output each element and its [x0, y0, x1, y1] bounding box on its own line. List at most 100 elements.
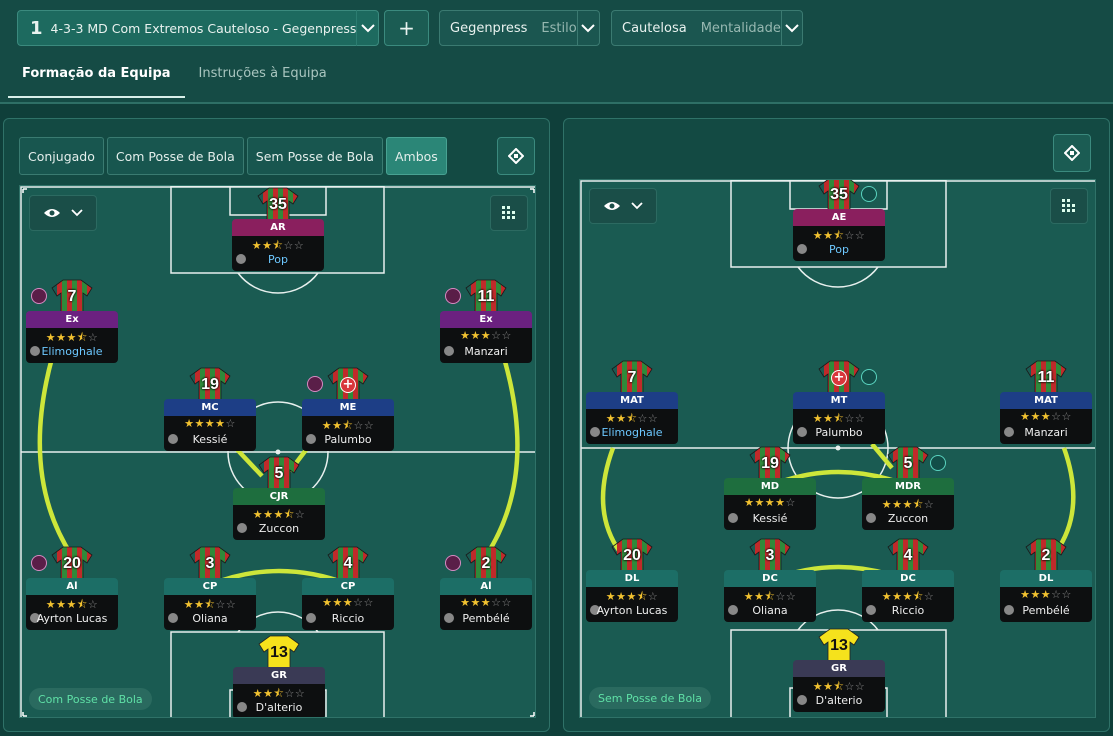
- tab-team-instructions[interactable]: Instruções à Equipa: [185, 58, 341, 98]
- player-name[interactable]: Riccio: [302, 612, 394, 625]
- tactic-selector[interactable]: 1 4-3-3 MD Com Extremos Cauteloso - Gege…: [17, 10, 379, 46]
- player-name[interactable]: Ayrton Lucas: [26, 612, 118, 625]
- player-role[interactable]: DL: [1000, 570, 1092, 587]
- player-role[interactable]: Ex: [440, 311, 532, 328]
- chevron-down-icon[interactable]: [356, 10, 378, 46]
- role-rating-stars: ★★★☆☆: [460, 329, 512, 342]
- phase-selector: Conjugado Com Posse de Bola Sem Posse de…: [19, 137, 450, 175]
- player-info: ★★⯪☆☆ Palumbo: [302, 416, 394, 451]
- player-name[interactable]: D'alterio: [233, 701, 325, 714]
- player-role[interactable]: GR: [793, 660, 885, 677]
- role-duty-icon[interactable]: [861, 369, 877, 385]
- shirt-number: 20: [63, 555, 81, 572]
- player-role[interactable]: DC: [862, 570, 954, 587]
- grid-icon[interactable]: [490, 195, 528, 231]
- player-role[interactable]: Al: [26, 578, 118, 595]
- player-info: ★★⯪☆☆ Pop: [232, 236, 324, 271]
- player-trait-icon[interactable]: [307, 376, 323, 392]
- player-name[interactable]: Oliana: [164, 612, 256, 625]
- pitch-toggle-icon[interactable]: [497, 137, 535, 175]
- player-name[interactable]: Elimoghale: [26, 345, 118, 358]
- player-role[interactable]: MC: [164, 399, 256, 416]
- player-name[interactable]: Palumbo: [302, 433, 394, 446]
- player-role[interactable]: DL: [586, 570, 678, 587]
- player-role[interactable]: DC: [724, 570, 816, 587]
- phase-out-of-possession-button[interactable]: Sem Posse de Bola: [246, 137, 383, 175]
- style-selector[interactable]: Gegenpress Estilo: [439, 10, 600, 46]
- role-duty-icon[interactable]: [861, 186, 877, 202]
- shirt-number: 3: [765, 547, 775, 564]
- player-role[interactable]: GR: [233, 667, 325, 684]
- player-info: ★★★☆☆ Riccio: [302, 595, 394, 630]
- player-role[interactable]: ME: [302, 399, 394, 416]
- player-name[interactable]: Manzari: [440, 345, 532, 358]
- player-role[interactable]: AR: [232, 219, 324, 236]
- style-value: Gegenpress: [450, 20, 528, 36]
- player-name[interactable]: Palumbo: [793, 426, 885, 439]
- player-role[interactable]: AE: [793, 209, 885, 226]
- player-info: ★★★☆☆ Manzari: [1000, 409, 1092, 444]
- chevron-down-icon[interactable]: [576, 10, 599, 46]
- player-trait-icon[interactable]: [445, 288, 461, 304]
- player-role[interactable]: CP: [164, 578, 256, 595]
- player-role[interactable]: CJR: [233, 488, 325, 505]
- visibility-toggle[interactable]: [29, 195, 97, 231]
- shirt-number: 4: [343, 555, 353, 572]
- player-role[interactable]: MAT: [1000, 392, 1092, 409]
- role-rating-stars: ★★★☆☆: [460, 596, 512, 609]
- injury-icon: +: [340, 377, 356, 393]
- visibility-toggle[interactable]: [589, 188, 657, 224]
- player-name[interactable]: Kessié: [724, 512, 816, 525]
- role-rating-stars: ★★★★☆: [184, 417, 236, 430]
- shirt-number: 19: [201, 376, 219, 393]
- tactics-header: 1 4-3-3 MD Com Extremos Cauteloso - Gege…: [0, 0, 1113, 104]
- shirt-number: 3: [205, 555, 215, 572]
- player-name[interactable]: Zuccon: [233, 522, 325, 535]
- phase-in-possession-button[interactable]: Com Posse de Bola: [106, 137, 244, 175]
- style-label: Estilo: [541, 20, 577, 36]
- shirt-number: 2: [1041, 547, 1051, 564]
- player-name[interactable]: Ayrton Lucas: [586, 604, 678, 617]
- player-role[interactable]: MD: [724, 478, 816, 495]
- player-role[interactable]: Ex: [26, 311, 118, 328]
- player-name[interactable]: Pop: [793, 243, 885, 256]
- player-name[interactable]: Elimoghale: [586, 426, 678, 439]
- shirt-number: 35: [269, 196, 287, 213]
- player-role[interactable]: Al: [440, 578, 532, 595]
- chevron-down-icon: [71, 209, 83, 217]
- player-role[interactable]: MT: [793, 392, 885, 409]
- player-info: ★★⯪☆☆ D'alterio: [233, 684, 325, 717]
- player-name[interactable]: Oliana: [724, 604, 816, 617]
- chevron-down-icon[interactable]: [780, 10, 802, 46]
- grid-icon[interactable]: [1050, 188, 1088, 224]
- pitch-right: Sem Posse de Bola 35 AE ★★⯪☆☆ Pop 7 MAT ★★⯪☆☆ E…: [579, 179, 1096, 718]
- player-name[interactable]: Pembélé: [1000, 604, 1092, 617]
- player-role[interactable]: CP: [302, 578, 394, 595]
- shirt-number: 13: [830, 637, 848, 654]
- player-name[interactable]: Riccio: [862, 604, 954, 617]
- eye-icon: [604, 202, 620, 210]
- player-role[interactable]: MAT: [586, 392, 678, 409]
- player-info: ★★★⯪☆ Elimoghale: [26, 328, 118, 363]
- shirt-number: 35: [830, 186, 848, 203]
- role-duty-icon[interactable]: [930, 455, 946, 471]
- mentality-selector[interactable]: Cautelosa Mentalidade: [611, 10, 803, 46]
- player-name[interactable]: Pembélé: [440, 612, 532, 625]
- player-info: ★★★⯪☆ Zuccon: [233, 505, 325, 540]
- player-trait-icon[interactable]: [31, 288, 47, 304]
- player-name[interactable]: Zuccon: [862, 512, 954, 525]
- player-name[interactable]: Pop: [232, 253, 324, 266]
- player-name[interactable]: D'alterio: [793, 694, 885, 707]
- player-name[interactable]: Kessié: [164, 433, 256, 446]
- shirt-number: 7: [627, 369, 637, 386]
- tab-team-formation[interactable]: Formação da Equipa: [8, 58, 185, 98]
- player-trait-icon[interactable]: [31, 555, 47, 571]
- player-trait-icon[interactable]: [445, 555, 461, 571]
- player-info: ★★★⯪☆ Riccio: [862, 587, 954, 622]
- add-tactic-button[interactable]: +: [384, 10, 429, 46]
- phase-both-button[interactable]: Ambos: [385, 137, 447, 175]
- player-name[interactable]: Manzari: [1000, 426, 1092, 439]
- pitch-toggle-icon[interactable]: [1053, 134, 1091, 172]
- player-role[interactable]: MDR: [862, 478, 954, 495]
- phase-combined-button[interactable]: Conjugado: [19, 137, 104, 175]
